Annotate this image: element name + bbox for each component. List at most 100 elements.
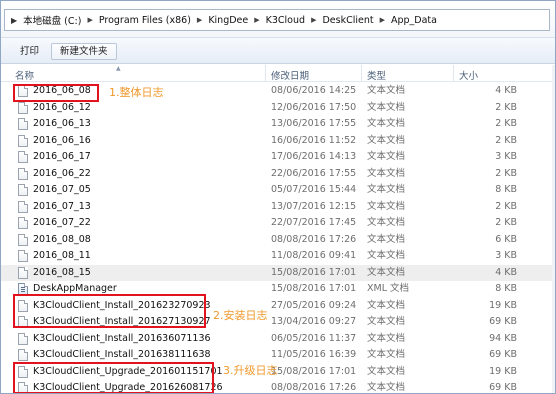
file-type: 文本文档 [367,332,406,344]
text-file-icon [18,101,28,114]
file-size: 69 KB [489,382,517,393]
file-row[interactable]: 2016_06_16 16/06/2016 11:52 文本文档 2 KB [1,133,555,149]
text-file-icon [18,200,28,213]
file-size: 2 KB [495,217,517,228]
text-file-icon [18,151,28,163]
file-date: 17/06/2016 14:13 [271,151,357,162]
breadcrumb-deskclient[interactable]: DeskClient ▶ [322,15,391,26]
file-row[interactable]: 2016_07_05 05/07/2016 15:44 文本文档 8 KB [1,182,555,198]
annotation-upgrade-log: 3.升级日志 [223,364,278,377]
annotation-box-install-log [13,294,206,328]
file-row[interactable]: 2016_06_13 13/06/2016 17:55 文本文档 2 KB [1,116,555,132]
text-file-icon [18,184,28,196]
file-type: 文本文档 [367,167,406,179]
chevron-right-icon[interactable]: ▶ [87,16,92,24]
file-size: 8 KB [495,283,517,294]
file-row[interactable]: K3CloudClient_Install_201638111638 11/05/… [1,347,555,363]
file-date: 12/06/2016 17:50 [271,101,357,113]
breadcrumb-label: App_Data [390,14,437,26]
file-name: 2016_06_16 [33,134,91,146]
file-size: 8 KB [495,184,517,195]
file-row[interactable]: 2016_07_22 22/07/2016 17:45 文本文档 2 KB [1,215,555,231]
file-date: 13/06/2016 17:55 [271,118,357,129]
file-row[interactable]: 2016_06_22 22/06/2016 17:55 文本文档 2 KB [1,166,555,182]
text-file-icon [18,349,28,361]
file-size: 2 KB [495,101,517,113]
file-date: 05/07/2016 15:44 [271,184,357,195]
file-type: 文本文档 [367,316,406,327]
file-name: 2016_06_17 [33,151,91,162]
column-divider[interactable] [361,65,362,81]
file-name: K3CloudClient_Install_201638111638 [33,349,211,360]
column-divider[interactable] [265,65,266,81]
annotation-install-log: 2.安装日志 [213,309,268,322]
file-date: 16/06/2016 11:52 [271,134,357,146]
file-size: 2 KB [495,118,517,129]
column-size[interactable]: 大小 [459,68,478,82]
file-size: 2 KB [495,200,517,212]
file-size: 3 KB [495,151,517,162]
file-size: 4 KB [495,85,517,96]
explorer-window: ▶ 本地磁盘 (C:) ▶ Program Files (x86) ▶ KingDe… [0,0,556,394]
file-name: 2016_08_11 [33,250,91,261]
file-type: 文本文档 [367,134,406,146]
file-type: 文本文档 [367,233,406,245]
file-size: 19 KB [489,365,517,377]
breadcrumb-local-disk[interactable]: 本地磁盘 (C:) ▶ [23,13,99,27]
file-name: 2016_06_22 [33,167,91,179]
file-size: 2 KB [495,134,517,146]
scrollbar[interactable] [552,65,555,393]
chevron-right-icon[interactable]: ▶ [254,16,259,24]
address-field[interactable]: ▶ 本地磁盘 (C:) ▶ Program Files (x86) ▶ KingDe… [4,9,550,31]
file-name: K3CloudClient_Install_201636071136 [33,332,211,344]
file-row[interactable]: 2016_08_11 11/08/2016 09:41 文本文档 3 KB [1,248,555,264]
chevron-right-icon[interactable]: ▶ [380,16,385,24]
file-name: 2016_08_08 [33,233,91,245]
file-name: 2016_07_13 [33,200,91,212]
chevron-right-icon[interactable]: ▶ [311,16,316,24]
annotation-box-overall-log [13,84,99,102]
file-row[interactable]: K3CloudClient_Install_201636071136 06/05/… [1,331,555,347]
file-date: 06/05/2016 11:37 [271,332,357,344]
back-arrow-icon[interactable]: ▶ [11,16,17,25]
file-row[interactable]: 2016_06_17 17/06/2016 14:13 文本文档 3 KB [1,149,555,165]
file-date: 11/05/2016 16:39 [271,349,357,360]
breadcrumb-label: 本地磁盘 (C:) [23,16,82,27]
file-name: 2016_07_22 [33,217,91,228]
file-row[interactable]: 2016_08_15 15/08/2016 17:01 文本文档 4 KB [1,264,555,281]
breadcrumb-k3cloud[interactable]: K3Cloud ▶ [266,15,323,26]
text-file-icon [18,266,28,279]
chevron-right-icon[interactable]: ▶ [197,16,202,24]
annotation-overall-log: 1.整体日志 [109,86,164,99]
file-type: 文本文档 [367,299,406,311]
text-file-icon [18,118,28,130]
column-type[interactable]: 类型 [367,68,386,82]
file-size: 69 KB [489,349,517,360]
file-type: 文本文档 [367,85,406,96]
file-type: 文本文档 [367,382,406,393]
column-date[interactable]: 修改日期 [271,68,309,82]
breadcrumb-label: K3Cloud [265,14,306,26]
file-name: 2016_07_05 [33,184,91,195]
file-date: 13/07/2016 12:15 [271,200,357,212]
text-file-icon [18,233,28,246]
breadcrumb-program-files[interactable]: Program Files (x86) ▶ [99,15,208,26]
text-file-icon [18,167,28,180]
annotation-box-upgrade-log [13,362,214,393]
breadcrumb-app-data[interactable]: App_Data [391,15,437,26]
new-folder-button[interactable]: 新建文件夹 [51,43,117,60]
column-divider[interactable] [453,65,454,81]
address-bar: ▶ 本地磁盘 (C:) ▶ Program Files (x86) ▶ KingDe… [1,1,555,37]
file-type: 文本文档 [367,266,406,278]
toolbar: 打印 新建文件夹 [1,37,555,64]
breadcrumb-kingdee[interactable]: KingDee ▶ [208,15,265,26]
file-type: 文本文档 [367,118,406,129]
file-date: 08/08/2016 17:26 [271,233,357,245]
print-button[interactable]: 打印 [11,43,48,60]
text-file-icon [18,250,28,262]
file-size: 2 KB [495,167,517,179]
column-name[interactable]: 名称 [15,68,34,82]
file-row[interactable]: 2016_07_13 13/07/2016 12:15 文本文档 2 KB [1,199,555,215]
file-row[interactable]: 2016_08_08 08/08/2016 17:26 文本文档 6 KB [1,232,555,248]
file-type: 文本文档 [367,250,406,261]
